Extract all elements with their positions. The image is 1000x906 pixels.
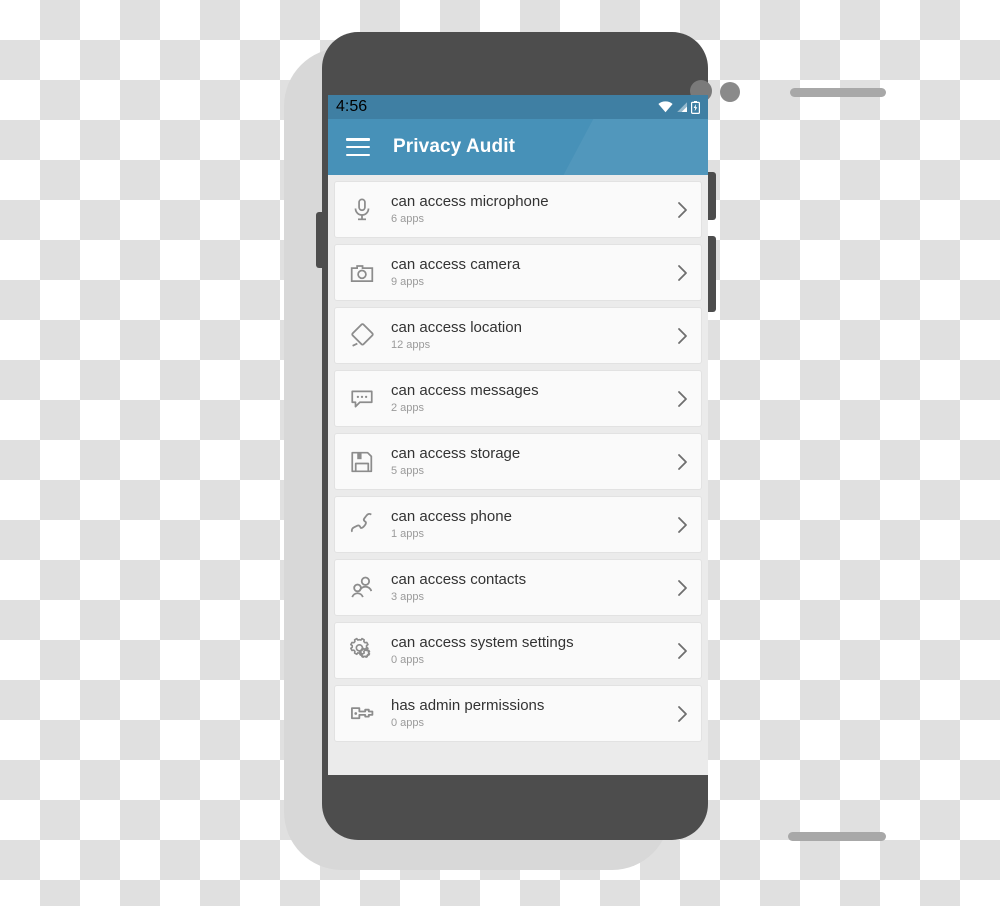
chevron-right-icon[interactable] <box>673 327 691 345</box>
list-item-text: can access phone 1 apps <box>391 508 673 542</box>
list-item-subtitle: 2 apps <box>391 401 425 414</box>
list-item[interactable]: can access camera 9 apps <box>334 244 702 301</box>
page-title: Privacy Audit <box>393 136 516 157</box>
list-item-subtitle: 9 apps <box>391 275 425 288</box>
storage-icon <box>347 447 377 477</box>
microphone-icon <box>347 195 377 225</box>
key-icon <box>347 699 377 729</box>
chevron-right-icon[interactable] <box>673 264 691 282</box>
sim-tray <box>316 212 324 268</box>
contacts-icon <box>347 573 377 603</box>
list-item-subtitle: 1 apps <box>391 527 425 540</box>
list-item-subtitle: 6 apps <box>391 212 425 225</box>
list-item-subtitle: 12 apps <box>391 338 431 351</box>
list-item-title: has admin permissions <box>391 696 545 714</box>
list-item-text: has admin permissions 0 apps <box>391 697 673 731</box>
list-item-subtitle: 0 apps <box>391 653 425 666</box>
list-item[interactable]: can access microphone 6 apps <box>334 181 702 238</box>
status-bar-icons <box>658 100 700 114</box>
list-item[interactable]: can access contacts 3 apps <box>334 559 702 616</box>
list-item-title: can access contacts <box>391 570 527 588</box>
location-icon <box>347 321 377 351</box>
permission-list: can access microphone 6 apps can access … <box>328 175 708 742</box>
list-item[interactable]: can access storage 5 apps <box>334 433 702 490</box>
battery-charging-icon <box>691 100 700 114</box>
messages-icon <box>347 384 377 414</box>
phone-icon <box>347 510 377 540</box>
camera-icon <box>347 258 377 288</box>
list-item-title: can access storage <box>391 444 521 462</box>
status-bar-clock: 4:56 <box>336 98 368 115</box>
list-item-subtitle: 0 apps <box>391 716 425 729</box>
chevron-right-icon[interactable] <box>673 390 691 408</box>
list-item[interactable]: can access location 12 apps <box>334 307 702 364</box>
app-bar-highlight <box>526 119 708 175</box>
list-item-title: can access camera <box>391 255 521 273</box>
list-item-subtitle: 5 apps <box>391 464 425 477</box>
settings-icon <box>347 636 377 666</box>
wifi-icon <box>658 101 673 113</box>
list-item-text: can access location 12 apps <box>391 319 673 353</box>
list-item-title: can access system settings <box>391 633 574 651</box>
list-item-text: can access messages 2 apps <box>391 382 673 416</box>
signal-icon <box>676 101 688 113</box>
list-item-text: can access microphone 6 apps <box>391 193 673 227</box>
list-item-title: can access messages <box>391 381 539 399</box>
hamburger-menu-icon[interactable] <box>344 136 372 158</box>
list-item-title: can access microphone <box>391 192 549 210</box>
phone-screen: 4:56 Privacy Audit can access microphone… <box>328 95 708 775</box>
chevron-right-icon[interactable] <box>673 201 691 219</box>
chevron-right-icon[interactable] <box>673 579 691 597</box>
list-item-text: can access storage 5 apps <box>391 445 673 479</box>
proximity-sensor-icon <box>720 82 740 102</box>
bottom-speaker <box>788 832 886 841</box>
list-item-text: can access contacts 3 apps <box>391 571 673 605</box>
list-item-text: can access camera 9 apps <box>391 256 673 290</box>
app-bar: Privacy Audit <box>328 119 708 175</box>
earpiece-speaker <box>790 88 886 97</box>
list-item[interactable]: can access system settings 0 apps <box>334 622 702 679</box>
list-item[interactable]: has admin permissions 0 apps <box>334 685 702 742</box>
chevron-right-icon[interactable] <box>673 453 691 471</box>
list-item-title: can access location <box>391 318 522 336</box>
list-item-title: can access phone <box>391 507 512 525</box>
chevron-right-icon[interactable] <box>673 705 691 723</box>
chevron-right-icon[interactable] <box>673 642 691 660</box>
list-item[interactable]: can access phone 1 apps <box>334 496 702 553</box>
list-item-text: can access system settings 0 apps <box>391 634 673 668</box>
status-bar: 4:56 <box>328 95 708 119</box>
list-item-subtitle: 3 apps <box>391 590 425 603</box>
list-item[interactable]: can access messages 2 apps <box>334 370 702 427</box>
chevron-right-icon[interactable] <box>673 516 691 534</box>
